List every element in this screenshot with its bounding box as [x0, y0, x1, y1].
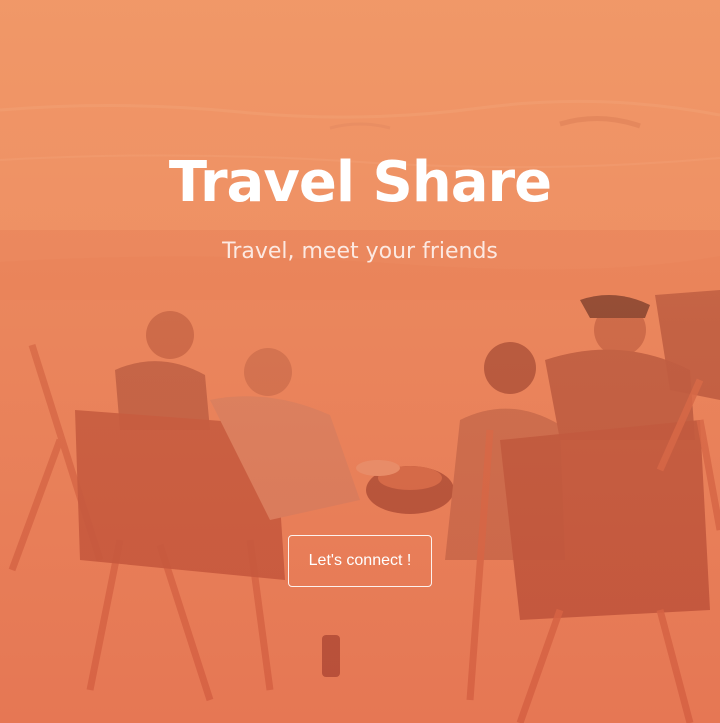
page-title: Travel Share: [168, 150, 552, 215]
page-subtitle: Travel, meet your friends: [222, 239, 498, 264]
hero-color-overlay: [0, 0, 720, 723]
connect-button[interactable]: Let's connect !: [288, 535, 432, 587]
hero-section: Travel Share Travel, meet your friends L…: [0, 0, 720, 723]
